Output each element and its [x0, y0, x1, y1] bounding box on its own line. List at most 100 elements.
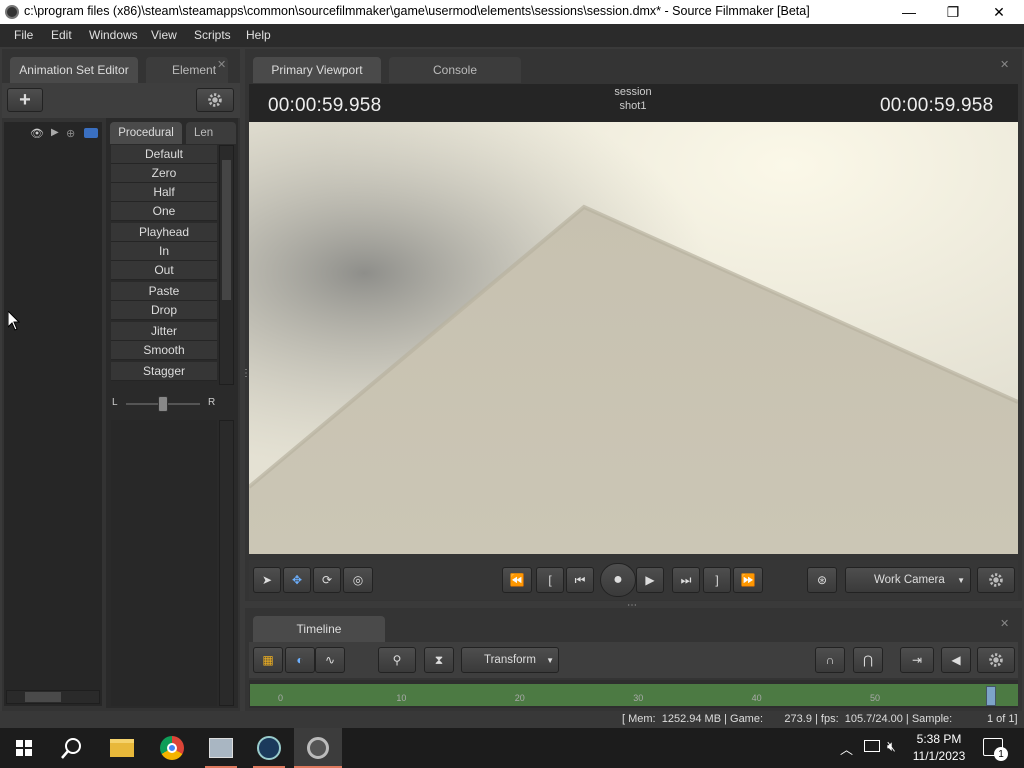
tab-console[interactable]: Console — [389, 57, 521, 83]
restore-button[interactable]: ❐ — [930, 0, 976, 24]
play-icon: ▶ — [645, 573, 655, 587]
target-icon[interactable]: ⊕ — [66, 127, 75, 140]
3d-viewport[interactable] — [249, 122, 1018, 554]
procedural-drop-button[interactable]: Drop — [111, 301, 217, 320]
hourglass-button[interactable]: ⧗ — [424, 647, 454, 673]
procedural-jitter-button[interactable]: Jitter — [111, 322, 217, 341]
clip-editor-button[interactable]: ▦ — [253, 647, 283, 673]
rewind-button[interactable]: ⏪ — [502, 567, 532, 593]
motion-editor-button[interactable]: ◐ — [285, 647, 315, 673]
transform-dropdown[interactable]: Transform ▼ — [461, 647, 559, 673]
app-window-icon — [209, 738, 233, 758]
clock-date[interactable]: 11/1/2023 — [910, 749, 968, 763]
graph-editor-button[interactable]: ∿ — [315, 647, 345, 673]
procedural-stagger-button[interactable]: Stagger — [111, 362, 217, 381]
playhead-marker[interactable] — [986, 686, 996, 706]
camera-dropdown-label: Work Camera — [874, 574, 945, 586]
timeline-tick-label: 50 — [870, 693, 881, 703]
app-button[interactable] — [197, 728, 245, 768]
camera-dropdown[interactable]: Work Camera ▼ — [845, 567, 971, 593]
chrome-button[interactable] — [148, 728, 196, 768]
menu-view[interactable]: View — [151, 28, 177, 42]
windows-logo-icon — [16, 740, 32, 756]
clock-time[interactable]: 5:38 PM — [914, 732, 964, 746]
search-button[interactable] — [48, 728, 96, 768]
notification-count-badge: 1 — [994, 747, 1008, 761]
menu-help[interactable]: Help — [246, 28, 271, 42]
procedural-half-button[interactable]: Half — [111, 183, 217, 202]
mark-out-button[interactable]: ] — [703, 567, 731, 593]
volume-muted-icon[interactable]: 🔇︎ — [887, 738, 896, 755]
animation-set-tree[interactable] — [4, 122, 102, 706]
procedural-zero-button[interactable]: Zero — [111, 164, 217, 183]
file-explorer-button[interactable] — [98, 728, 146, 768]
procedural-one-button[interactable]: One — [111, 202, 217, 221]
scroll-thumb[interactable] — [25, 692, 61, 702]
jump-to-end-button[interactable]: ⇥ — [900, 647, 934, 673]
select-tool-button[interactable]: ➤ — [253, 567, 281, 593]
rotate-tool-button[interactable]: ⟳ — [313, 567, 341, 593]
play-button[interactable]: ▶ — [636, 567, 664, 593]
viewport-close-icon[interactable]: ✕ — [1000, 58, 1009, 71]
arrow-cursor-icon: ➤ — [261, 573, 273, 587]
procedural-scrollbar[interactable] — [219, 145, 234, 385]
add-key-button[interactable]: ⚲ — [378, 647, 416, 673]
procedural-default-button[interactable]: Default — [111, 145, 217, 164]
crosshair-icon: ⊛ — [816, 573, 828, 587]
sfm-taskbar-button[interactable] — [294, 728, 342, 768]
select-arrow-icon[interactable]: ▶ — [51, 127, 59, 138]
vertical-splitter-handle[interactable]: ⋮ — [241, 369, 251, 379]
minimize-button[interactable]: — — [886, 0, 932, 24]
mouse-cursor-icon — [8, 311, 20, 331]
network-icon[interactable] — [864, 740, 880, 752]
mark-in-icon: [ — [548, 573, 552, 587]
close-button[interactable]: ✕ — [976, 0, 1022, 24]
next-frame-button[interactable]: ⏭ — [672, 567, 700, 593]
settings-button[interactable] — [196, 88, 234, 112]
menu-windows[interactable]: Windows — [89, 28, 138, 42]
audio-button[interactable]: ◀ — [941, 647, 971, 673]
windows-taskbar: ︿ 🔇︎ 5:38 PM 11/1/2023 1 — [0, 728, 1024, 768]
procedural-smooth-button[interactable]: Smooth — [111, 341, 217, 360]
window-title: c:\program files (x86)\steam\steamapps\c… — [24, 4, 810, 18]
fast-forward-button[interactable]: ⏩ — [733, 567, 763, 593]
tab-primary-viewport[interactable]: Primary Viewport — [253, 57, 381, 83]
lower-scrollbar[interactable] — [219, 420, 234, 706]
status-sample: 1 of 1] — [987, 713, 1018, 725]
magnet-button[interactable]: ∩ — [815, 647, 845, 673]
timecode-right: 00:00:59.958 — [880, 95, 994, 116]
move-tool-button[interactable]: ✥ — [283, 567, 311, 593]
tray-chevron-icon[interactable]: ︿ — [840, 739, 853, 758]
scroll-thumb[interactable] — [222, 160, 231, 300]
camera-target-button[interactable]: ⊛ — [807, 567, 837, 593]
tab-animation-set-editor[interactable]: Animation Set Editor — [10, 57, 138, 83]
tab-procedural[interactable]: Procedural — [110, 122, 182, 144]
prev-frame-button[interactable]: ⏮ — [566, 567, 594, 593]
mark-in-button[interactable]: [ — [536, 567, 564, 593]
steam-button[interactable] — [245, 728, 293, 768]
menu-edit[interactable]: Edit — [51, 28, 72, 42]
tab-element[interactable]: Element — [146, 57, 228, 83]
visibility-eye-icon[interactable]: 👁 — [30, 127, 44, 140]
tree-hscrollbar[interactable] — [6, 690, 100, 704]
tab-timeline[interactable]: Timeline — [253, 616, 385, 642]
procedural-paste-button[interactable]: Paste — [111, 282, 217, 301]
timeline-close-icon[interactable]: ✕ — [1000, 617, 1009, 630]
pivot-tool-button[interactable]: ◎ — [343, 567, 373, 593]
timeline-settings-button[interactable] — [977, 647, 1015, 673]
blend-slider-thumb[interactable] — [158, 396, 168, 412]
panel-close-icon[interactable]: ✕ — [217, 58, 226, 71]
procedural-playhead-button[interactable]: Playhead — [111, 223, 217, 242]
record-button[interactable]: ● — [600, 563, 636, 597]
add-animation-set-button[interactable]: + — [7, 88, 43, 112]
status-text: [ Mem: 1252.94 MB | Game: 273.9 | fps: 1… — [622, 713, 953, 725]
snap-button[interactable]: ⋂ — [853, 647, 883, 673]
start-button[interactable] — [0, 728, 48, 768]
menu-file[interactable]: File — [14, 28, 33, 42]
menu-scripts[interactable]: Scripts — [194, 28, 231, 42]
procedural-out-button[interactable]: Out — [111, 261, 217, 280]
procedural-in-button[interactable]: In — [111, 242, 217, 261]
tab-lens[interactable]: Len — [186, 122, 236, 144]
viewport-settings-button[interactable] — [977, 567, 1015, 593]
camera-icon[interactable] — [84, 128, 98, 138]
